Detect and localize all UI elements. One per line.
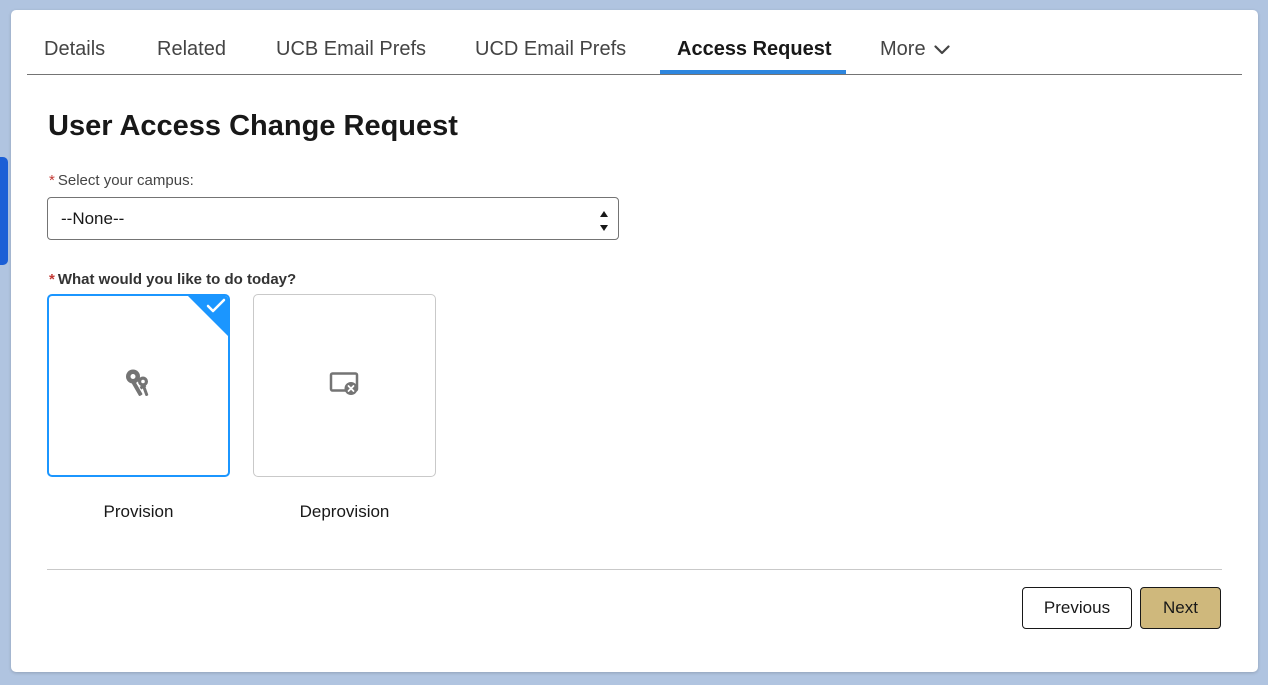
campus-label-text: Select your campus: (57, 172, 194, 189)
tab-ucb-email-prefs[interactable]: UCB Email Prefs (276, 10, 426, 74)
page-title: User Access Change Request (48, 110, 458, 142)
tab-more[interactable]: More (880, 10, 950, 74)
action-question-label: * What would you like to do today? (49, 271, 296, 288)
campus-select-value: --None-- (61, 209, 125, 228)
tab-related[interactable]: Related (157, 10, 226, 74)
select-arrows-icon (599, 207, 609, 231)
tab-bar: Details Related UCB Email Prefs UCD Emai… (27, 10, 1242, 75)
provision-tile[interactable] (47, 294, 230, 477)
previous-button[interactable]: Previous (1022, 587, 1132, 629)
campus-select[interactable]: --None-- (47, 197, 619, 240)
deprovision-tile[interactable] (253, 294, 436, 477)
deprovision-label: Deprovision (299, 502, 390, 521)
footer-divider (47, 569, 1222, 570)
campus-label: * Select your campus: (49, 172, 194, 189)
next-button[interactable]: Next (1140, 587, 1221, 629)
key-icon (124, 367, 154, 404)
record-card: Details Related UCB Email Prefs UCD Emai… (11, 10, 1258, 672)
required-marker: * (49, 172, 55, 189)
tab-access-request[interactable]: Access Request (677, 10, 832, 74)
required-marker: * (49, 271, 55, 288)
action-question-text: What would you like to do today? (57, 271, 297, 288)
active-tab-indicator (660, 70, 846, 74)
selected-checkmark-icon (188, 296, 228, 336)
tab-ucd-email-prefs[interactable]: UCD Email Prefs (475, 10, 626, 74)
tab-details[interactable]: Details (44, 10, 105, 74)
provision-label: Provision (103, 502, 174, 521)
tab-more-label: More (880, 38, 926, 60)
chevron-down-icon (933, 38, 950, 61)
side-panel-accent (0, 157, 8, 265)
screen-remove-icon (329, 370, 361, 401)
